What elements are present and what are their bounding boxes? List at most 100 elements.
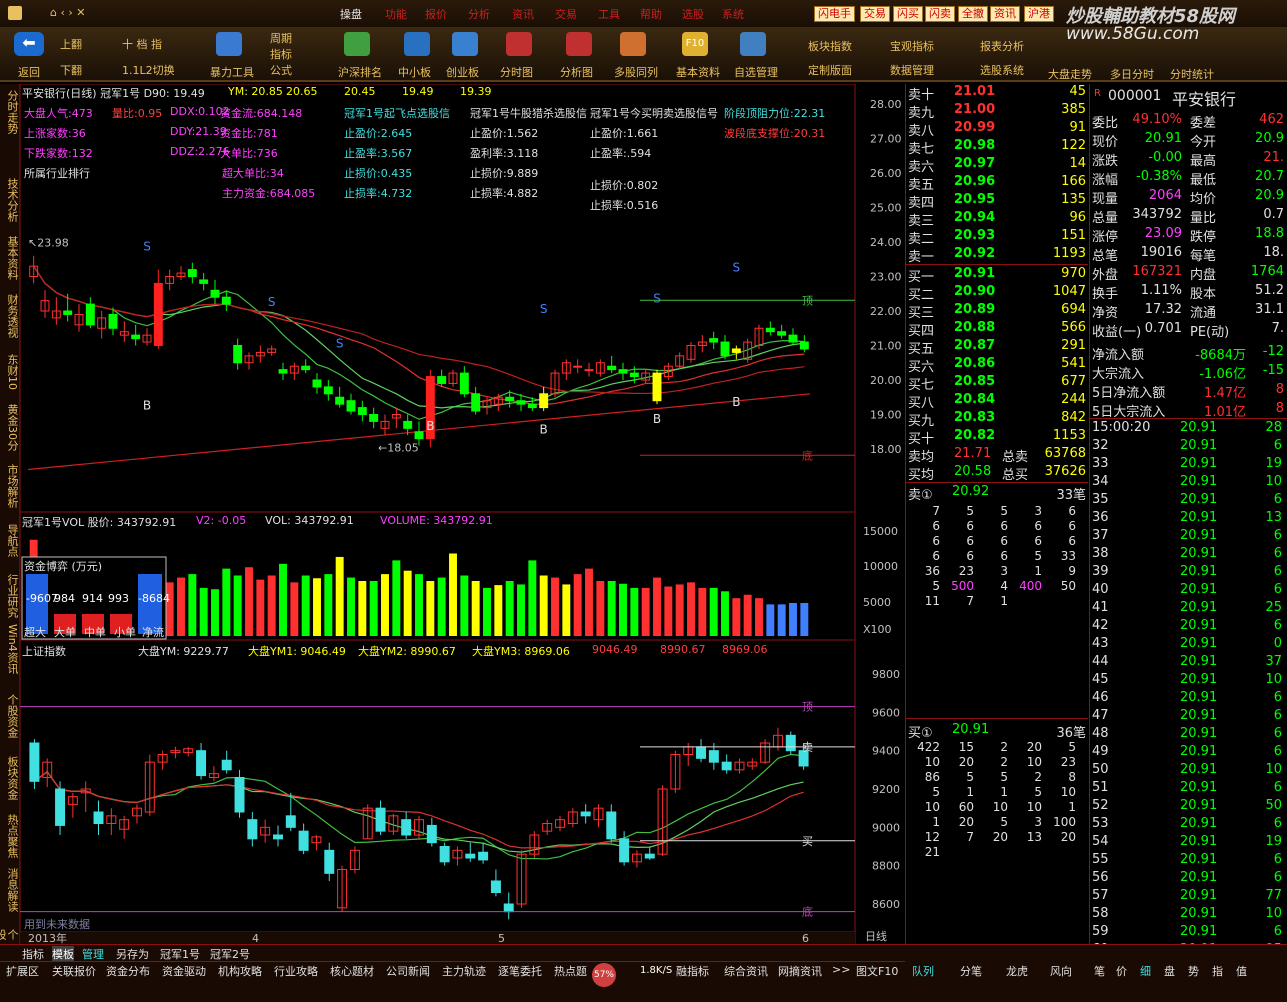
toolbar-right-bot-1[interactable]: 数据管理	[890, 62, 934, 78]
bottom-item-15[interactable]: 图文F10	[856, 963, 898, 979]
nav-tab-7[interactable]: 导航点	[2, 524, 19, 557]
bid-5-row[interactable]: 买六 20.86 541	[908, 356, 1088, 375]
bid-3-row[interactable]: 买四 20.88 566	[908, 320, 1088, 339]
bottom-item-4[interactable]: 机构攻略	[218, 963, 262, 979]
bottom-tab-0[interactable]: 指标	[22, 946, 44, 962]
formula-button[interactable]: 公式	[270, 62, 292, 78]
toolbar-icon-0[interactable]	[216, 32, 242, 56]
menu-0[interactable]: 操盘	[340, 6, 362, 22]
ask-3-row[interactable]: 卖七 20.98 122	[908, 138, 1088, 157]
bottom-item-8[interactable]: 主力轨迹	[442, 963, 486, 979]
bottom-item-5[interactable]: 行业攻略	[274, 963, 318, 979]
nav-tab-8[interactable]: 行业研究	[2, 574, 19, 618]
ten-level-button[interactable]: 十 档 指	[122, 36, 162, 52]
nav-tab-10[interactable]: 个股资金	[2, 694, 19, 738]
menu-7[interactable]: 帮助	[640, 6, 662, 22]
toolbar-icon-6[interactable]	[620, 32, 646, 56]
bottom-item-13[interactable]: 网摘资讯	[778, 963, 822, 979]
bid-6-row[interactable]: 买七 20.85 677	[908, 374, 1088, 393]
ask-0-row[interactable]: 卖十 21.01 45	[908, 84, 1088, 103]
nav-tab-0[interactable]: 分时走势	[2, 90, 19, 134]
nav-tab-14[interactable]: 个股	[0, 924, 19, 944]
ask-4-row[interactable]: 卖六 20.97 14	[908, 156, 1088, 175]
bid-2-row[interactable]: 买三 20.89 694	[908, 302, 1088, 321]
bottom-item-7[interactable]: 公司新闻	[386, 963, 430, 979]
nav-tab-13[interactable]: 消息解读	[2, 868, 19, 912]
page-down-button[interactable]: 下翻	[60, 62, 82, 78]
bottom-item-11[interactable]: 融指标	[676, 963, 709, 979]
menu-1[interactable]: 功能	[385, 6, 407, 22]
back-button[interactable]: 返回	[18, 64, 40, 80]
bid-0-row[interactable]: 买一 20.91 970	[908, 266, 1088, 285]
toolbar-right-bot-0[interactable]: 定制版面	[808, 62, 852, 78]
bottom-item-1[interactable]: 关联报价	[52, 963, 96, 979]
toolbar-item-3[interactable]: 创业板	[446, 64, 479, 80]
nav-tab-6[interactable]: 市场解析	[2, 464, 19, 508]
bid-7-row[interactable]: 买八 20.84 244	[908, 392, 1088, 411]
menu-5[interactable]: 交易	[555, 6, 577, 22]
toolbar-item-4[interactable]: 分时图	[500, 64, 533, 80]
bottom-item-10[interactable]: 热点题	[554, 963, 587, 979]
sys-button-3[interactable]: 闪卖	[925, 6, 955, 22]
toolbar-item-7[interactable]: 基本资料	[676, 64, 720, 80]
nav-tab-2[interactable]: 基本资料	[2, 236, 19, 280]
menu-8[interactable]: 选股	[682, 6, 704, 22]
menu-6[interactable]: 工具	[598, 6, 620, 22]
nav-tab-11[interactable]: 板块资金	[2, 756, 19, 800]
bottom-item-0[interactable]: 扩展区	[6, 963, 39, 979]
bid-4-row[interactable]: 买五 20.87 291	[908, 338, 1088, 357]
bottom-item-6[interactable]: 核心题材	[330, 963, 374, 979]
sys-button-0[interactable]: 闪电手	[814, 6, 855, 22]
bottom-far-0[interactable]: 笔	[1094, 963, 1105, 979]
sys-button-4[interactable]: 全撤	[958, 6, 988, 22]
bottom-far-1[interactable]: 价	[1116, 963, 1127, 979]
bottom-tab-2[interactable]: 管理	[82, 946, 104, 962]
bottom-item-9[interactable]: 逐笔委托	[498, 963, 542, 979]
nav-tab-1[interactable]: 技术分析	[2, 178, 19, 222]
bottom-item-14[interactable]: >>	[832, 963, 850, 976]
toolbar-right-top-1[interactable]: 宝观指标	[890, 38, 934, 54]
bottom-far-3[interactable]: 盘	[1164, 963, 1175, 979]
bottom-tab-1[interactable]: 模板	[52, 946, 74, 962]
nav-tab-3[interactable]: 财务透视	[2, 294, 19, 338]
ask-6-row[interactable]: 卖四 20.95 135	[908, 192, 1088, 211]
bid-9-row[interactable]: 买十 20.82 1153	[908, 428, 1088, 447]
toolbar-far-2[interactable]: 分时统计	[1170, 66, 1214, 82]
ask-5-row[interactable]: 卖五 20.96 166	[908, 174, 1088, 193]
period-button[interactable]: 周期	[270, 30, 292, 46]
ask-2-row[interactable]: 卖八 20.99 91	[908, 120, 1088, 139]
toolbar-icon-3[interactable]	[452, 32, 478, 56]
toolbar-item-6[interactable]: 多股同列	[614, 64, 658, 80]
sys-button-6[interactable]: 沪港	[1024, 6, 1054, 22]
back-icon[interactable]: ⬅	[14, 32, 44, 56]
toolbar-right-bot-2[interactable]: 选股系统	[980, 62, 1024, 78]
bottom-far-5[interactable]: 指	[1212, 963, 1223, 979]
menu-3[interactable]: 分析	[468, 6, 490, 22]
toolbar-icon-7[interactable]: F10	[682, 32, 708, 56]
bottom-item-12[interactable]: 综合资讯	[724, 963, 768, 979]
page-up-button[interactable]: 上翻	[60, 36, 82, 52]
bottom-item-3[interactable]: 资金驱动	[162, 963, 206, 979]
ask-8-row[interactable]: 卖二 20.93 151	[908, 228, 1088, 247]
toolbar-item-2[interactable]: 中小板	[398, 64, 431, 80]
sys-button-5[interactable]: 资讯	[990, 6, 1020, 22]
sys-button-1[interactable]: 交易	[860, 6, 890, 22]
toolbar-icon-1[interactable]	[344, 32, 370, 56]
bottom-far-4[interactable]: 势	[1188, 963, 1199, 979]
bottom-right-0[interactable]: 队列	[912, 963, 934, 979]
bottom-tab-3[interactable]: 另存为	[116, 946, 149, 962]
bottom-right-1[interactable]: 分笔	[960, 963, 982, 979]
menu-9[interactable]: 系统	[722, 6, 744, 22]
bottom-right-2[interactable]: 龙虎	[1006, 963, 1028, 979]
toolbar-icon-8[interactable]	[740, 32, 766, 56]
toolbar-item-1[interactable]: 沪深排名	[338, 64, 382, 80]
ask-7-row[interactable]: 卖三 20.94 96	[908, 210, 1088, 229]
l2-switch-button[interactable]: 1.1L2切换	[122, 62, 175, 78]
nav-tab-4[interactable]: 东财10	[2, 354, 19, 390]
menu-4[interactable]: 资讯	[512, 6, 534, 22]
bottom-far-6[interactable]: 值	[1236, 963, 1247, 979]
bid-8-row[interactable]: 买九 20.83 842	[908, 410, 1088, 429]
toolbar-icon-2[interactable]	[404, 32, 430, 56]
sys-button-2[interactable]: 闪买	[893, 6, 923, 22]
toolbar-right-top-2[interactable]: 报表分析	[980, 38, 1024, 54]
